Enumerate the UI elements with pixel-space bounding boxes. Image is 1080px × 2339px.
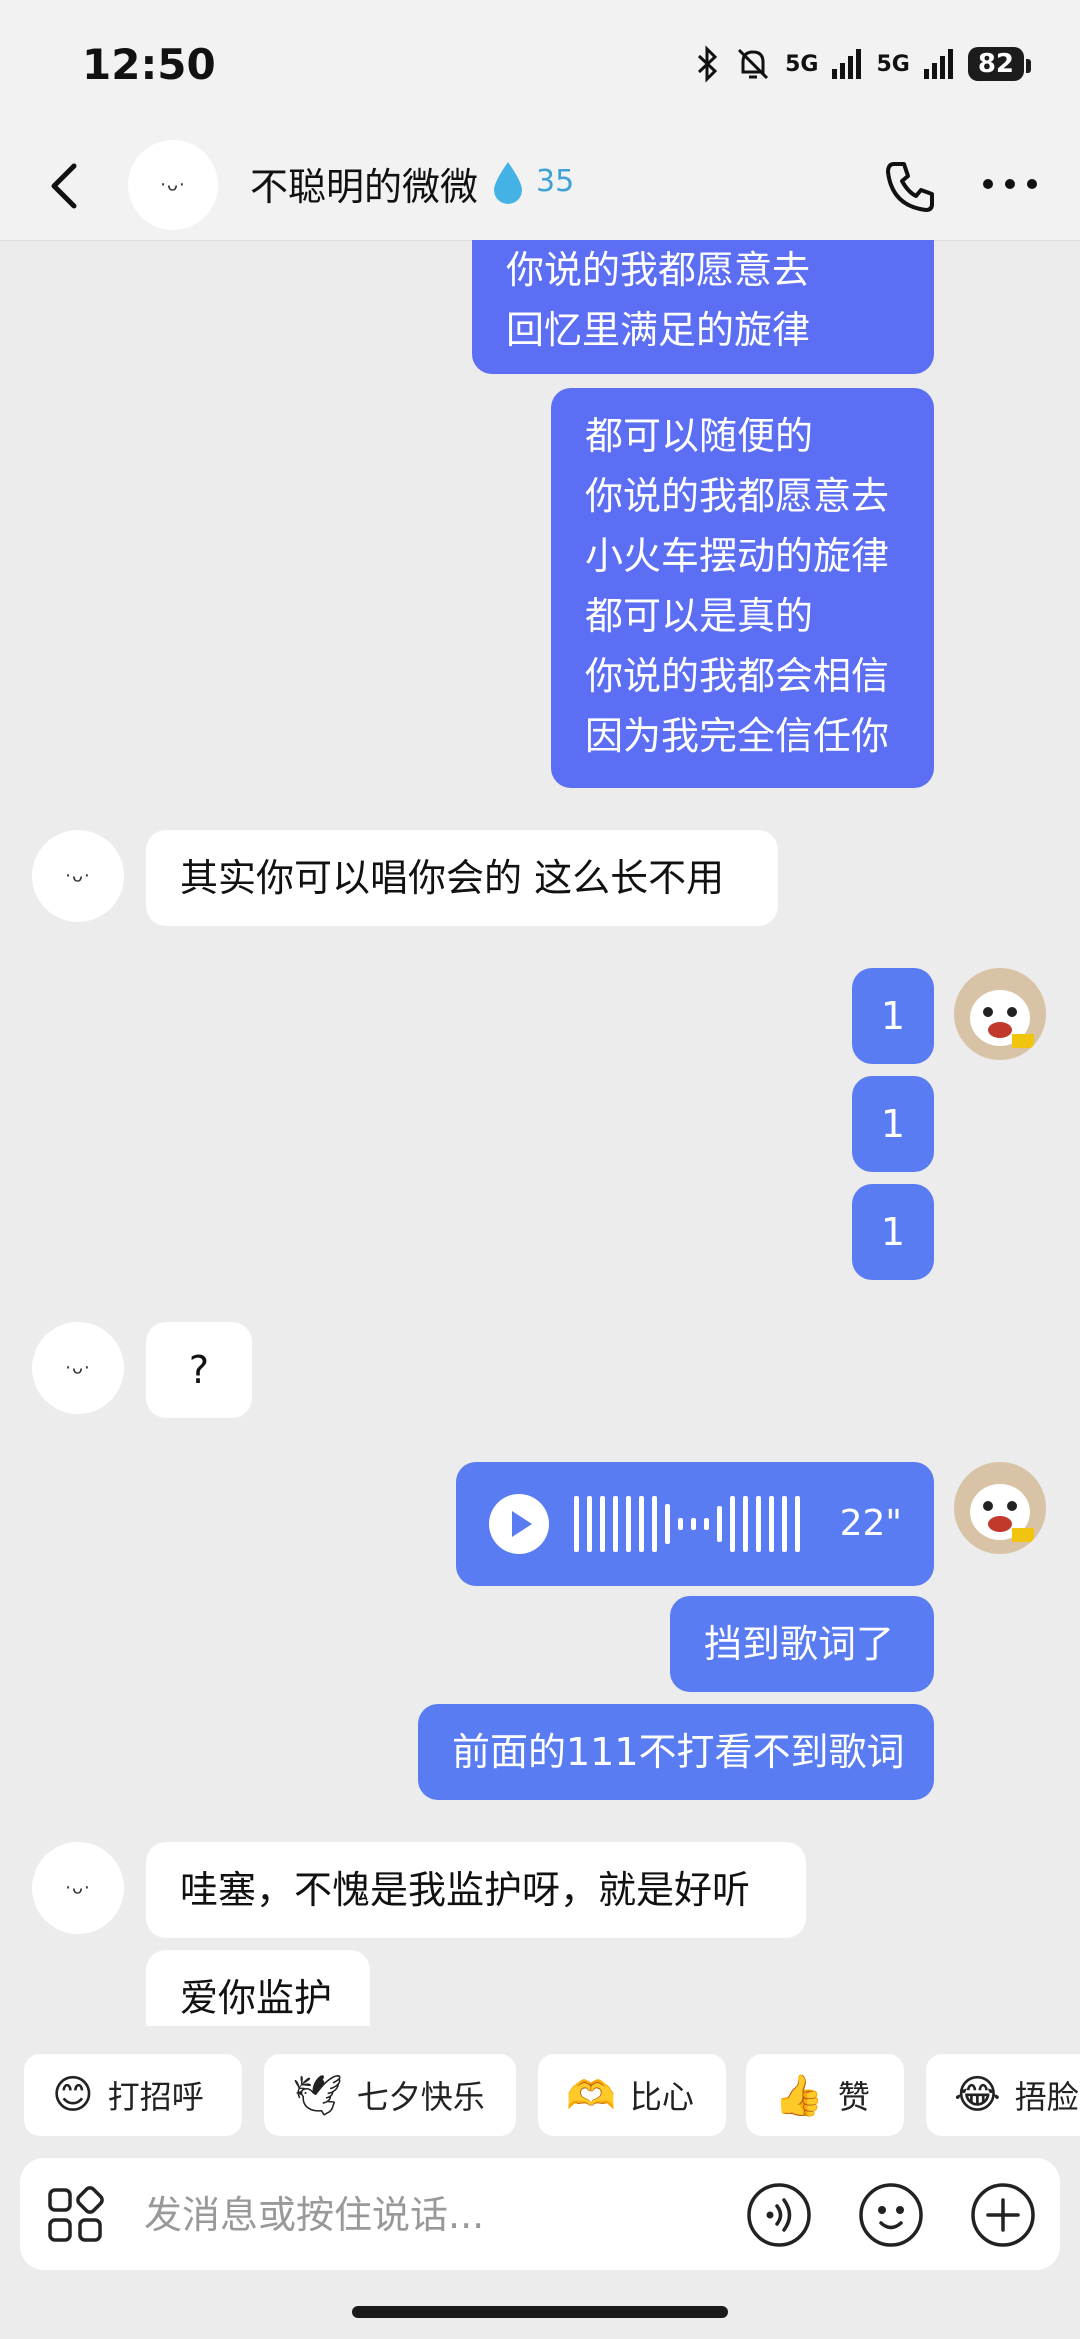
home-indicator[interactable]	[352, 2306, 728, 2318]
contact-avatar[interactable]: ·ᴗ·	[32, 1842, 124, 1934]
thumbs-up-emoji-icon: 👍	[774, 2072, 824, 2119]
message-input[interactable]	[142, 2186, 746, 2244]
quick-reply-chip[interactable]: 👍 赞	[746, 2054, 904, 2136]
battery-indicator: 82	[967, 47, 1032, 81]
lyric-line: 都可以是真的	[585, 594, 814, 638]
quick-reply-chip[interactable]: 😊 打招呼	[24, 2054, 242, 2136]
message-bubble-outgoing[interactable]: 1	[852, 1076, 934, 1172]
voice-message[interactable]: 22"	[456, 1462, 934, 1586]
chat-header: ·ᴗ· 不聪明的微微 35	[0, 130, 1080, 241]
message-bubble-incoming[interactable]: ?	[146, 1322, 252, 1418]
facepalm-emoji-icon: 😂	[954, 2072, 1001, 2118]
voice-duration: 22"	[839, 1503, 902, 1544]
voice-waveform	[574, 1496, 800, 1552]
lyric-line: 都可以随便的	[585, 414, 814, 458]
message-bubble-outgoing[interactable]: 你说的我都愿意去 回忆里满足的旋律	[472, 240, 934, 374]
voice-wave-icon[interactable]	[746, 2182, 812, 2248]
status-time: 12:50	[82, 40, 216, 89]
message-bubble-incoming[interactable]: 其实你可以唱你会的 这么长不用	[146, 830, 778, 926]
quick-reply-chip[interactable]: 😂 捂脸	[926, 2054, 1080, 2136]
lyric-line: 你说的我都会相信	[585, 654, 890, 698]
avatar-image	[954, 968, 1046, 1060]
message-bubble-incoming[interactable]: 哇塞，不愧是我监护呀，就是好听	[146, 1842, 806, 1938]
avatar-image	[954, 1462, 1046, 1554]
smile-wave-emoji-icon: 😊	[52, 2072, 94, 2118]
quick-reply-bar[interactable]: 😊 打招呼 🕊 七夕快乐 🫶 比心 👍 赞 😂 捂脸	[0, 2026, 1080, 2156]
mute-bell-icon	[738, 48, 769, 80]
signal-icon	[832, 49, 862, 79]
quick-reply-chip[interactable]: 🕊 七夕快乐	[264, 2054, 516, 2136]
lyric-line: 小火车摆动的旋律	[585, 534, 890, 578]
network-type-1: 5G	[785, 51, 819, 77]
play-icon[interactable]	[488, 1493, 550, 1555]
signal-icon-2	[923, 49, 953, 79]
message-bubble-outgoing[interactable]: 挡到歌词了	[670, 1596, 934, 1692]
plus-circle-icon[interactable]	[970, 2182, 1036, 2248]
phone-icon[interactable]	[880, 156, 940, 216]
contact-avatar[interactable]: ·ᴗ·	[128, 140, 218, 230]
message-list[interactable]: 你说的我都愿意去 回忆里满足的旋律 都可以随便的 你说的我都愿意去 小火车摆动的…	[0, 240, 1080, 2026]
contact-avatar[interactable]: ·ᴗ·	[32, 830, 124, 922]
magpie-bird-emoji-icon: 🕊	[292, 2072, 343, 2119]
contact-name[interactable]: 不聪明的微微	[250, 156, 478, 211]
status-bar: 12:50 5G 5G 82	[0, 0, 1080, 130]
lyric-line: 你说的我都愿意去	[585, 474, 890, 518]
contact-avatar[interactable]: ·ᴗ·	[32, 1322, 124, 1414]
lyric-line: 回忆里满足的旋律	[506, 308, 811, 352]
bluetooth-icon	[698, 45, 718, 83]
heart-hands-emoji-icon: 🫶	[566, 2072, 616, 2119]
emoji-icon[interactable]	[858, 2182, 924, 2248]
message-bubble-outgoing[interactable]: 都可以随便的 你说的我都愿意去 小火车摆动的旋律 都可以是真的 你说的我都会相信…	[551, 388, 934, 788]
lyric-line: 因为我完全信任你	[585, 714, 890, 758]
my-avatar[interactable]	[954, 1462, 1046, 1554]
chevron-left-icon[interactable]	[42, 158, 86, 214]
spark-count: 35	[536, 164, 575, 199]
lyric-line: 你说的我都愿意去	[506, 248, 811, 292]
message-bubble-outgoing[interactable]: 1	[852, 968, 934, 1064]
apps-grid-icon[interactable]	[46, 2186, 104, 2244]
quick-reply-chip[interactable]: 🫶 比心	[538, 2054, 726, 2136]
network-type-2: 5G	[876, 51, 910, 77]
message-bubble-incoming[interactable]: 爱你监护	[146, 1950, 370, 2026]
message-input-bar	[20, 2158, 1060, 2270]
status-icons: 5G 5G 82	[695, 44, 1032, 84]
message-bubble-outgoing[interactable]: 前面的111不打看不到歌词	[418, 1704, 934, 1800]
message-bubble-outgoing[interactable]: 1	[852, 1184, 934, 1280]
my-avatar[interactable]	[954, 968, 1046, 1060]
water-drop-icon	[494, 162, 522, 204]
more-dots-icon[interactable]	[980, 176, 1040, 192]
